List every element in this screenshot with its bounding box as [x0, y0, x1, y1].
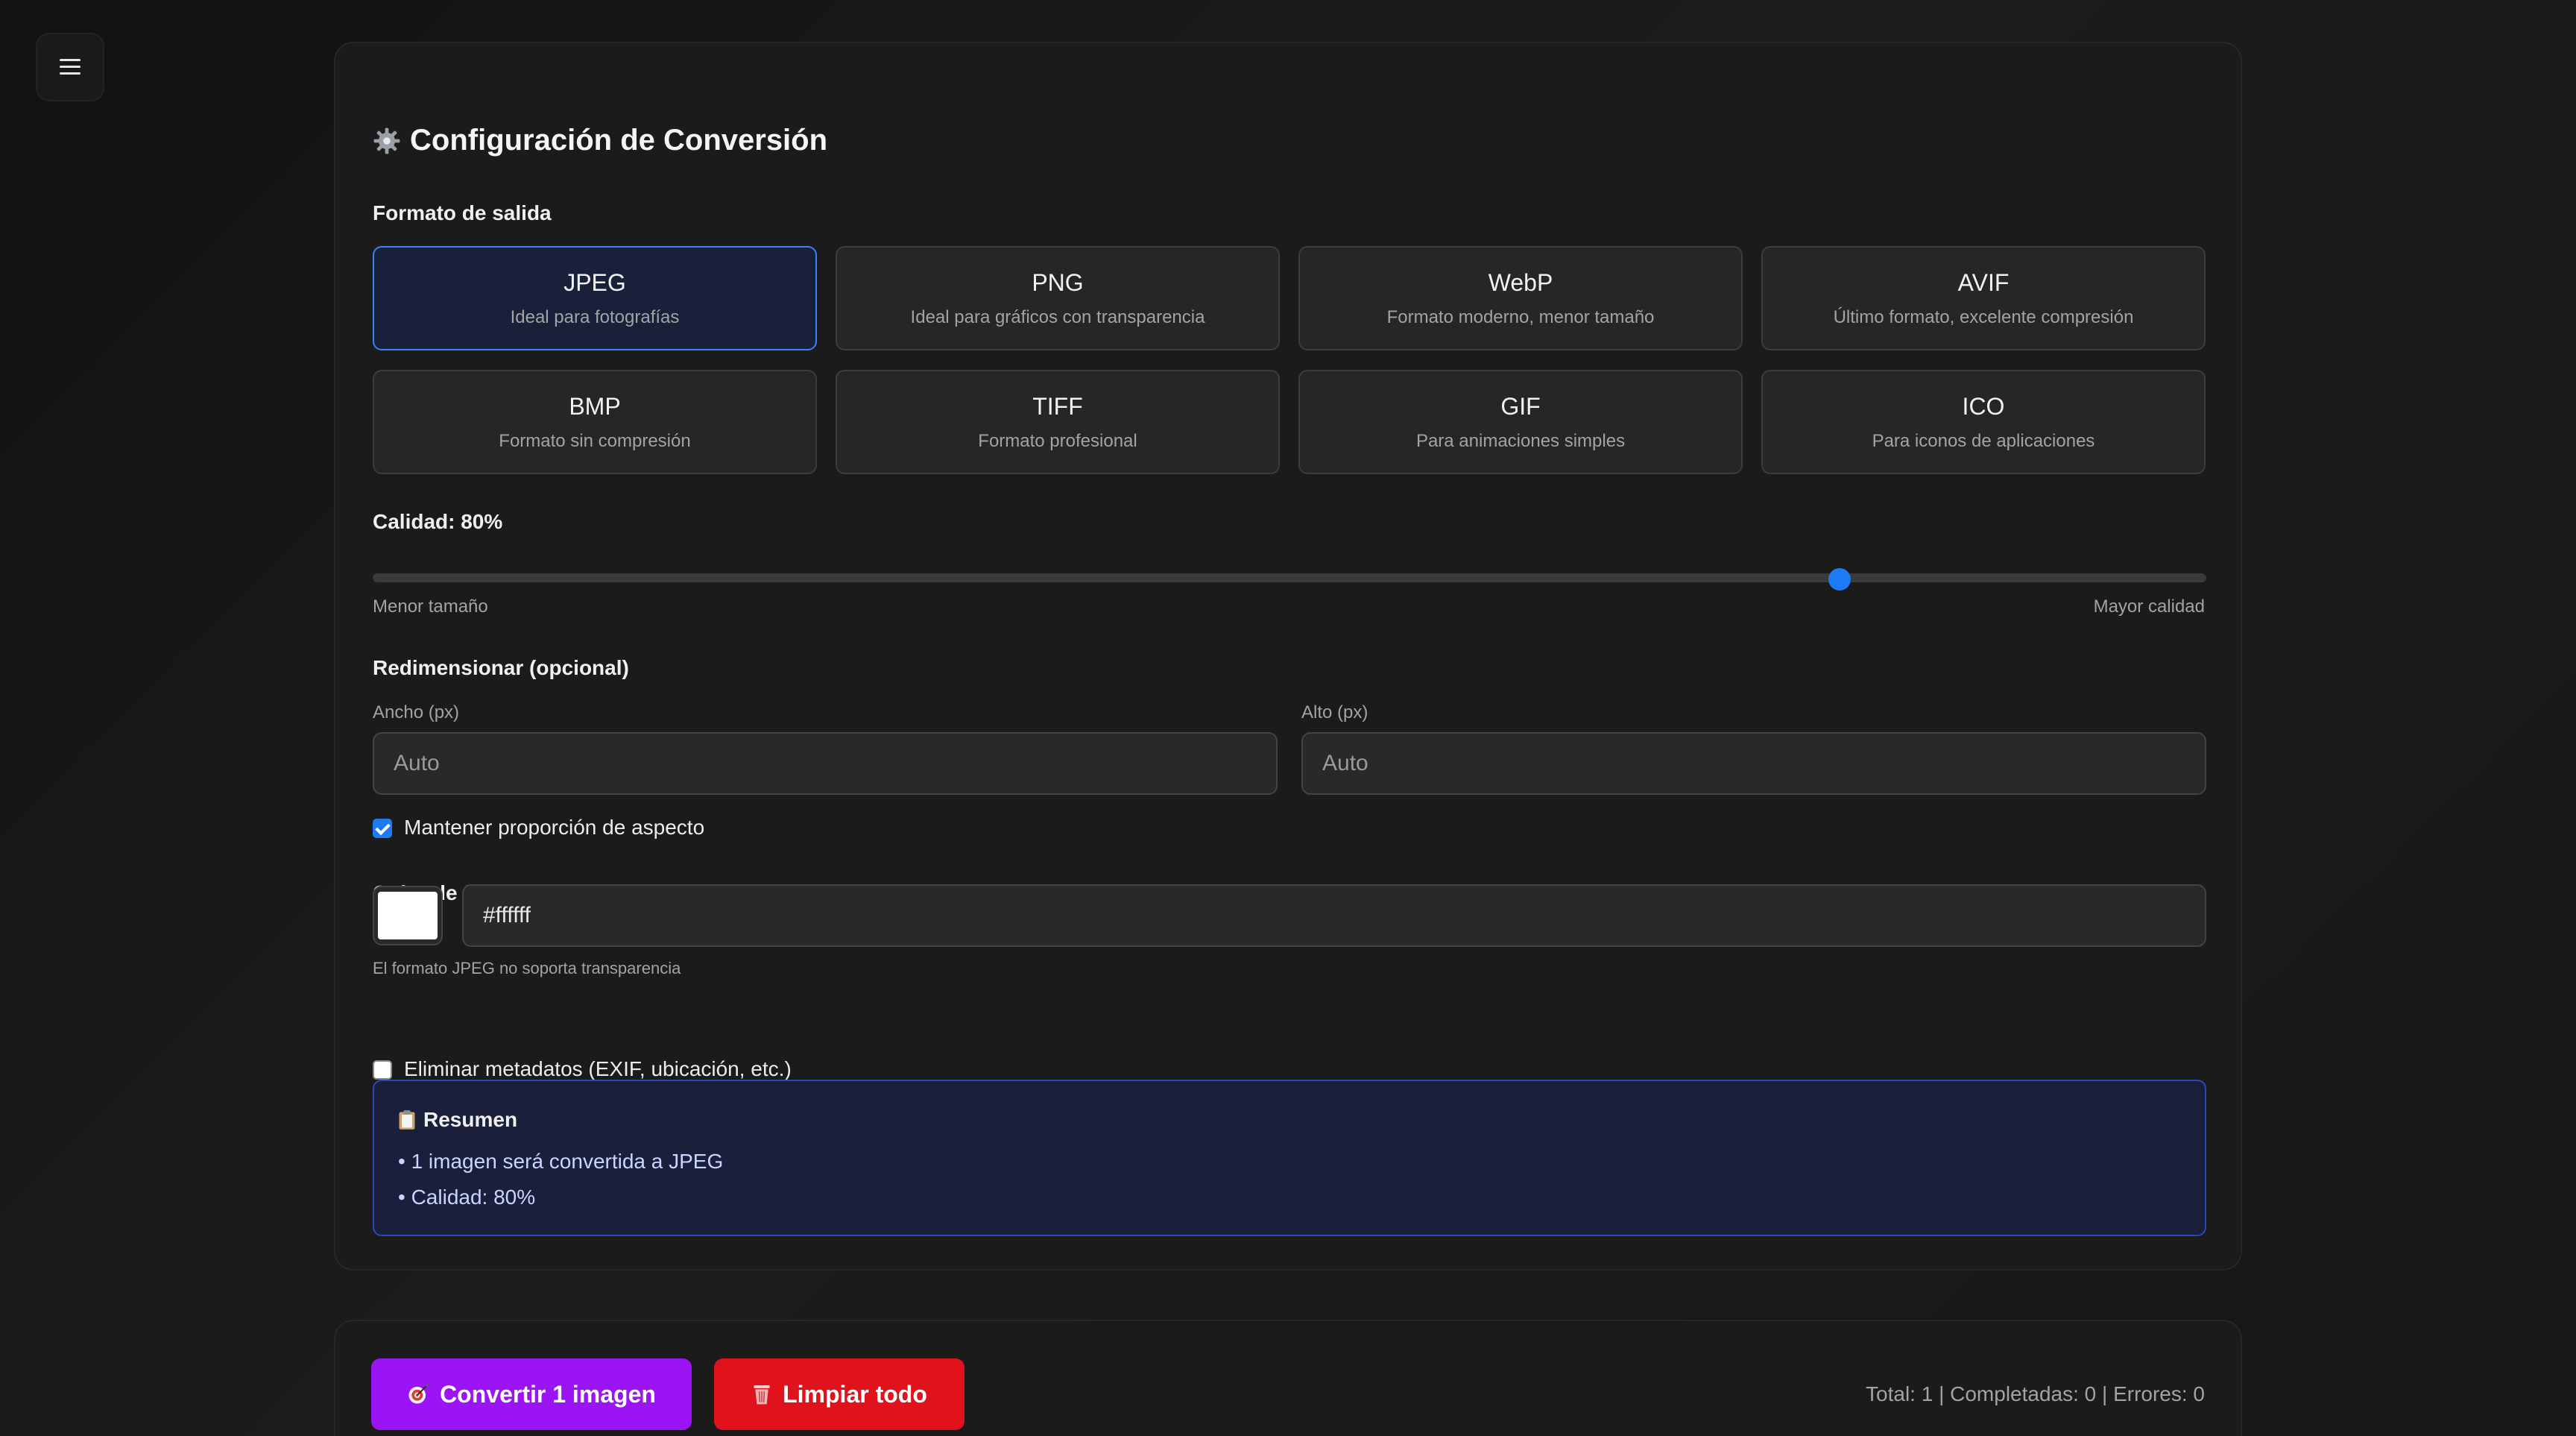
convert-button-label: Convertir 1 imagen	[440, 1380, 656, 1408]
format-desc: Último formato, excelente compresión	[1833, 306, 2134, 327]
format-name: BMP	[569, 392, 621, 420]
clear-all-button-label: Limpiar todo	[783, 1380, 927, 1408]
output-format-label: Formato de salida	[373, 201, 552, 224]
summary-line: • 1 imagen será convertida a JPEG	[398, 1150, 724, 1173]
quality-max-label: Mayor calidad	[2093, 596, 2205, 617]
width-input[interactable]: Auto	[373, 732, 1278, 795]
transparency-note: El formato JPEG no soporta transparencia	[373, 959, 681, 977]
strip-metadata-checkbox[interactable]	[373, 1060, 392, 1080]
actions-panel: Convertir 1 imagen Limpiar todo Total: 1…	[334, 1320, 2242, 1436]
summary-title: Resumen	[398, 1108, 517, 1132]
gear-icon	[373, 127, 400, 154]
format-option-ico[interactable]: ICO Para iconos de aplicaciones	[1761, 370, 2206, 474]
clipboard-icon	[399, 1110, 415, 1130]
summary-line: • Calidad: 80%	[398, 1185, 536, 1209]
format-grid: JPEG Ideal para fotografías PNG Ideal pa…	[373, 246, 2206, 516]
target-icon	[408, 1384, 429, 1404]
format-desc: Ideal para gráficos con transparencia	[910, 306, 1205, 327]
format-name: JPEG	[564, 268, 626, 296]
height-label: Alto (px)	[1301, 702, 1368, 722]
format-desc: Ideal para fotografías	[510, 306, 680, 327]
summary-title-text: Resumen	[423, 1108, 518, 1131]
format-option-gif[interactable]: GIF Para animaciones simples	[1298, 370, 1743, 474]
format-desc: Para iconos de aplicaciones	[1872, 430, 2095, 451]
format-option-webp[interactable]: WebP Formato moderno, menor tamaño	[1298, 246, 1743, 350]
settings-title-text: Configuración de Conversión	[410, 124, 828, 157]
height-input-placeholder: Auto	[1322, 751, 1368, 775]
convert-button[interactable]: Convertir 1 imagen	[371, 1358, 692, 1430]
format-option-bmp[interactable]: BMP Formato sin compresión	[373, 370, 817, 474]
format-option-avif[interactable]: AVIF Último formato, excelente compresió…	[1761, 246, 2206, 350]
quality-slider-track[interactable]	[373, 573, 2206, 582]
hamburger-menu-icon	[60, 59, 80, 75]
strip-metadata-label[interactable]: Eliminar metadatos (EXIF, ubicación, etc…	[404, 1057, 792, 1081]
width-input-placeholder: Auto	[394, 751, 440, 775]
resize-label: Redimensionar (opcional)	[373, 656, 629, 679]
menu-button[interactable]	[36, 33, 104, 101]
background-color-fill	[378, 892, 438, 939]
format-name: PNG	[1032, 268, 1084, 296]
format-option-jpeg[interactable]: JPEG Ideal para fotografías	[373, 246, 817, 350]
format-option-tiff[interactable]: TIFF Formato profesional	[836, 370, 1280, 474]
background-color-value: #ffffff	[483, 903, 531, 928]
quality-slider[interactable]	[373, 568, 2206, 591]
format-name: AVIF	[1957, 268, 2010, 296]
background-color-swatch[interactable]	[373, 886, 443, 945]
keep-aspect-ratio-checkbox[interactable]	[373, 819, 392, 838]
format-desc: Formato moderno, menor tamaño	[1386, 306, 1655, 327]
format-option-png[interactable]: PNG Ideal para gráficos con transparenci…	[836, 246, 1280, 350]
height-input[interactable]: Auto	[1301, 732, 2206, 795]
format-name: TIFF	[1032, 392, 1083, 420]
format-name: ICO	[1962, 392, 2005, 420]
background-color-input[interactable]: #ffffff	[462, 884, 2206, 947]
quality-label: Calidad: 80%	[373, 510, 503, 533]
format-name: GIF	[1500, 392, 1541, 420]
conversion-settings-panel: Configuración de Conversión Formato de s…	[334, 42, 2242, 1270]
quality-min-label: Menor tamaño	[373, 596, 488, 617]
format-name: WebP	[1488, 268, 1553, 296]
keep-aspect-ratio-label[interactable]: Mantener proporción de aspecto	[404, 816, 704, 840]
width-label: Ancho (px)	[373, 702, 460, 722]
format-desc: Para animaciones simples	[1415, 430, 1626, 451]
quality-slider-thumb[interactable]	[1828, 568, 1851, 591]
conversion-stats: Total: 1 | Completadas: 0 | Errores: 0	[1866, 1382, 2205, 1405]
summary-box: Resumen • 1 imagen será convertida a JPE…	[373, 1080, 2206, 1236]
format-desc: Formato sin compresión	[499, 430, 691, 451]
settings-title: Configuración de Conversión	[373, 124, 827, 157]
clear-all-button[interactable]: Limpiar todo	[714, 1358, 965, 1430]
trash-icon	[754, 1385, 770, 1405]
format-desc: Formato profesional	[978, 430, 1137, 451]
